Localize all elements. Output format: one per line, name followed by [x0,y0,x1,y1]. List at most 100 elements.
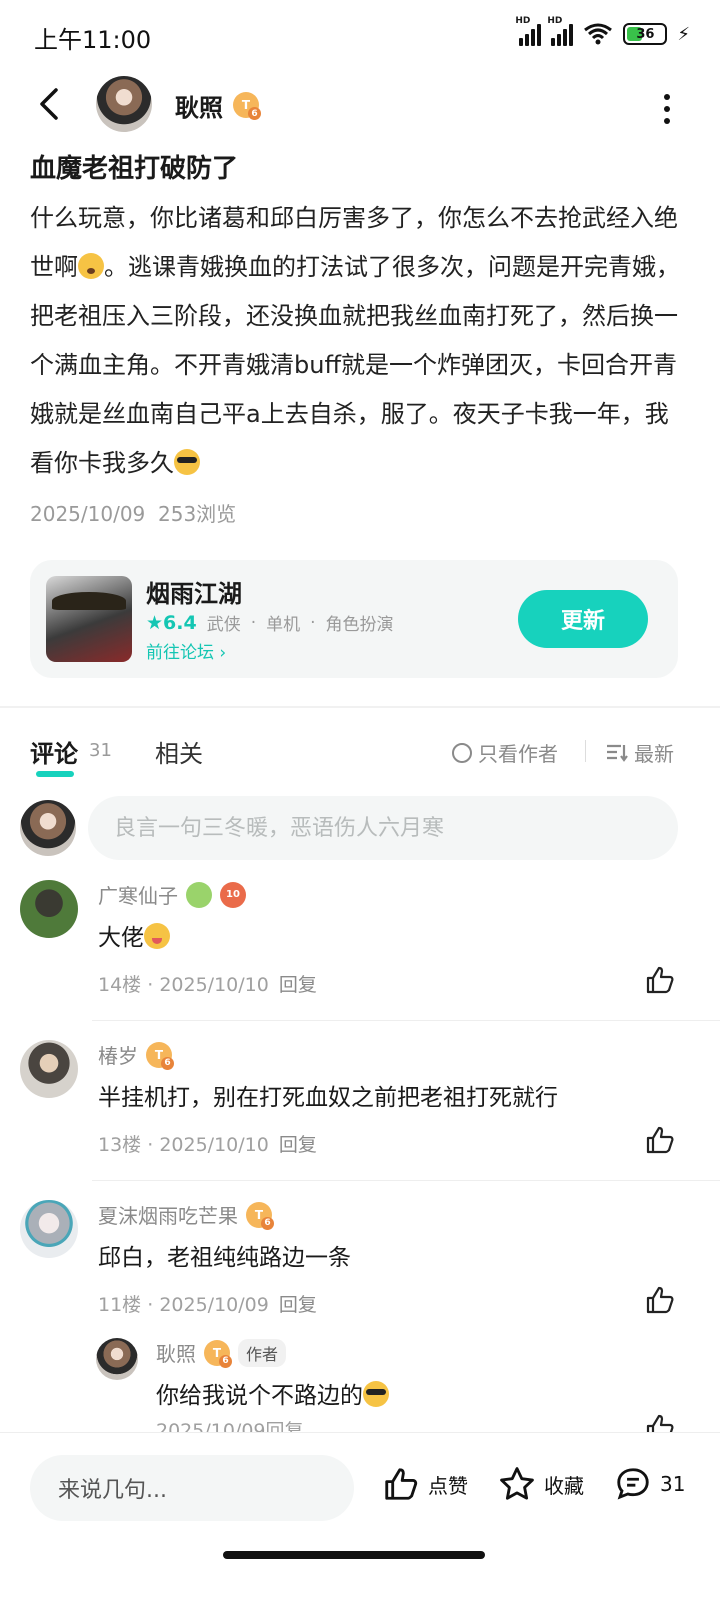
reply-avatar[interactable] [96,1338,138,1380]
game-tag: 单机 [266,615,301,635]
commenter-name: 广寒仙子 10 [98,880,246,909]
game-tag: 武侠 [206,615,241,635]
level-badge-icon: T6 [246,1201,274,1230]
like-button[interactable]: 点赞 [382,1465,468,1503]
level-badge-icon: T6 [204,1339,232,1368]
comment-meta: 11楼 · 2025/10/09 回复 [98,1294,317,1316]
divider [585,740,586,762]
post-meta: 2025/10/09 253浏览 [30,498,236,527]
sort-button[interactable]: 最新 [606,738,674,767]
signal-icon: HD [515,16,542,46]
reply-text-content: 你给我说个不路边的 [156,1383,363,1409]
comment-divider [92,1020,720,1021]
update-button[interactable]: 更新 [518,590,648,648]
comment-text: 邱白，老祖纯纯路边一条 [98,1245,351,1271]
author-only-toggle[interactable]: 只看作者 [452,738,558,767]
comments-count: 31 [89,740,112,761]
comment-button[interactable]: 31 [614,1465,685,1503]
post-title: 血魔老祖打破防了 [30,154,239,184]
sort-label[interactable]: 最新 [634,738,674,767]
comment-text: 半挂机打，别在打死血奴之前把老祖打死就行 [98,1085,558,1111]
comment-floor: 14楼 [98,974,142,996]
author-only-label[interactable]: 只看作者 [478,738,558,767]
author-tag: 作者 [238,1338,287,1367]
author-avatar[interactable] [96,76,152,132]
comment-date: 2025/10/10 [159,974,269,996]
star-icon: ★ [146,611,164,634]
game-rating-value: 6.4 [163,611,197,634]
reply-user: 耿照 T 6 作者 [156,1338,287,1368]
character-badge-icon [186,881,212,908]
game-name[interactable]: 烟雨江湖 [146,574,242,609]
yum-emoji-icon [144,923,170,949]
frowning-emoji-icon [78,253,104,279]
thumbs-up-icon[interactable] [644,1124,676,1156]
level-badge-icon: T6 [233,92,261,120]
level-badge-number: 6 [248,107,261,120]
my-avatar [20,800,76,856]
game-cover-image[interactable] [46,576,132,662]
comment-count[interactable]: 31 [660,1472,685,1496]
tab-comments[interactable]: 评论 [30,734,78,777]
reply-link[interactable]: 回复 [279,1134,317,1156]
favorite-button[interactable]: 收藏 [498,1465,584,1503]
sunglasses-emoji-icon [363,1381,389,1407]
comment-text: 大佬 [98,918,170,952]
comment-tabs: 评论 31 相关 只看作者 最新 [0,730,720,777]
post-body-part2: 。逃课青娥换血的打法试了很多次，问题是开完青娥，把老祖压入三阶段，还没换血就把我… [30,253,680,477]
more-options-icon[interactable] [664,94,672,124]
commenter-avatar[interactable] [20,1200,78,1258]
section-divider [0,706,720,708]
thumbs-up-icon[interactable] [644,1284,676,1316]
game-rating: ★6.4 [146,612,197,634]
comment-input[interactable] [88,796,678,860]
post-views: 253浏览 [158,502,237,526]
thumbs-up-icon[interactable] [644,964,676,996]
commenter-username[interactable]: 夏沫烟雨吃芒果 [98,1200,238,1229]
tag-separator: · [310,612,316,633]
comment-meta: 13楼 · 2025/10/10 回复 [98,1134,317,1156]
quick-comment-input[interactable]: 来说几句... [30,1455,354,1521]
comment-date: 2025/10/09 [159,1294,269,1316]
comment-date: 2025/10/10 [159,1134,269,1156]
sort-icon [607,744,628,762]
level-badge-number: 6 [261,1216,274,1230]
thumbs-up-icon [385,1468,418,1500]
comment-floor: 13楼 [98,1134,142,1156]
status-bar: 上午11:00 HD HD 36 ⚡ [0,0,720,72]
level-badge-number: 6 [219,1354,232,1368]
game-tag: 角色扮演 [325,615,394,635]
reply-username[interactable]: 耿照 [156,1338,196,1367]
commenter-username[interactable]: 广寒仙子 [98,880,178,909]
reply-link[interactable]: 回复 [279,1294,317,1316]
game-info: ★6.4 武侠 · 单机 · 角色扮演 [146,610,394,636]
comment-bubble-icon [617,1468,649,1500]
signal-icon-2: HD [547,16,574,46]
back-arrow-icon[interactable] [30,84,70,124]
comment-divider [92,1180,720,1181]
level-badge-icon: T6 [146,1041,174,1070]
reply-link[interactable]: 回复 [279,974,317,996]
star-outline-icon [500,1467,534,1500]
commenter-username[interactable]: 椿岁 [98,1040,138,1069]
comment-text-content: 大佬 [98,925,144,951]
status-icons: HD HD 36 ⚡ [515,16,690,46]
reply-text: 你给我说个不路边的 [156,1376,389,1410]
forum-link-label[interactable]: 前往论坛 [146,643,214,663]
battery-icon: 36 [623,23,668,45]
tab-related[interactable]: 相关 [155,734,203,769]
game-card[interactable]: 烟雨江湖 ★6.4 武侠 · 单机 · 角色扮演 前往论坛 › 更新 [30,560,678,678]
commenter-avatar[interactable] [20,1040,78,1098]
radio-circle-icon [452,742,472,763]
like-label[interactable]: 点赞 [428,1470,468,1499]
post-date: 2025/10/09 [30,502,146,526]
post-body: 什么玩意，你比诸葛和邱白厉害多了，你怎么不去抢武经入绝世啊 。逃课青娥换血的打法试… [30,194,690,488]
author-name[interactable]: 耿照 [175,88,223,123]
favorite-label[interactable]: 收藏 [544,1470,584,1499]
comment-meta: 14楼 · 2025/10/10 回复 [98,974,317,996]
forum-link[interactable]: 前往论坛 › [146,638,226,663]
commenter-avatar[interactable] [20,880,78,938]
level-badge-icon: 10 [220,881,246,908]
home-indicator[interactable] [223,1551,485,1559]
post-header: 耿照 T6 [0,72,720,142]
